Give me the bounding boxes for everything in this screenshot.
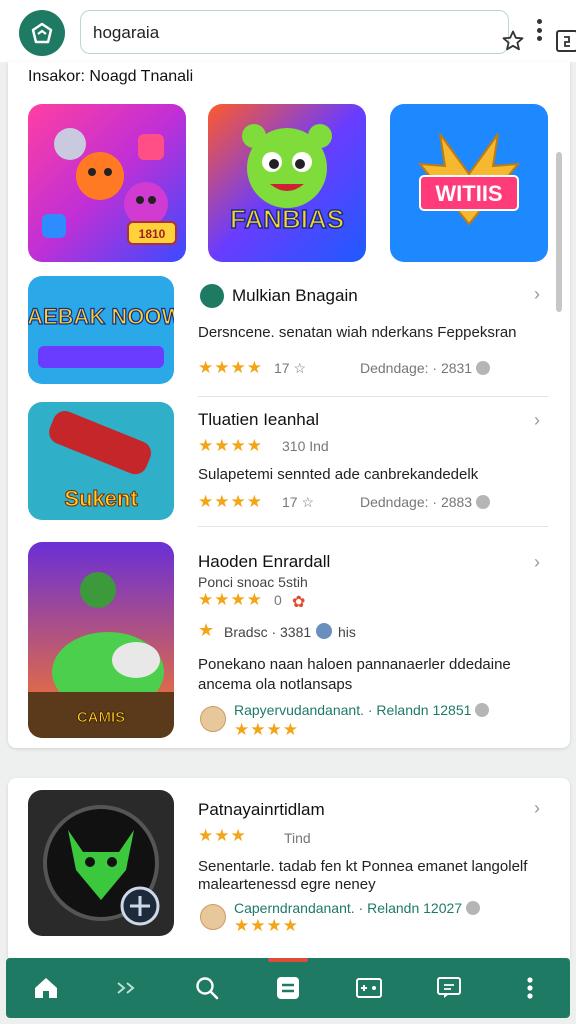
divider: [198, 396, 548, 397]
nav-more[interactable]: [489, 958, 570, 1018]
active-indicator: [268, 958, 309, 962]
app-description-2: maleartenessd egre neney: [198, 876, 376, 893]
developer-avatar: [200, 706, 226, 732]
sukent-art: Sukent: [28, 402, 174, 520]
scrollbar[interactable]: [556, 152, 562, 312]
developer-avatar: [200, 904, 226, 930]
nav-search[interactable]: [167, 958, 248, 1018]
star-icon[interactable]: [501, 29, 525, 53]
wings-label: WITIIS: [435, 181, 502, 206]
app-description: Senentarle. tadab fen kt Ponnea emanet l…: [198, 858, 528, 875]
rating-stars: ★★★: [198, 826, 247, 845]
rating-count: 17 ☆: [274, 360, 307, 376]
store-logo-icon: [31, 22, 53, 44]
developer-line: Rapyervudandanant. · Relandn 12851: [234, 702, 490, 718]
clock-icon: [316, 623, 332, 639]
info-icon: [466, 901, 481, 915]
rating-count: 17 ☆: [282, 494, 315, 510]
download-meta-text: Dedndage: · 2831: [360, 360, 473, 376]
app-title: Tluatien Ieanhal: [198, 410, 319, 429]
result-card-2[interactable]: Patnayainrtidlam › ★★★ Tind Senentarle. …: [8, 778, 570, 958]
app-title: Mulkian Bnagain: [232, 286, 358, 305]
star-badge-icon: ★: [198, 620, 215, 640]
info-icon: [476, 495, 491, 509]
badge-extra: his: [338, 624, 356, 640]
rating-stars: ★★★★: [198, 590, 263, 609]
download-meta-text: Dedndage: · 2883: [360, 494, 473, 510]
goblin-art: [28, 790, 174, 936]
app-thumbnail[interactable]: Sukent: [28, 402, 174, 520]
developer-line-text: Rapyervudandanant. · Relandn 12851: [234, 702, 472, 718]
app-title: Patnayainrtidlam: [198, 800, 325, 819]
fanbias-label: FANBIAS: [230, 204, 344, 234]
home-icon: [35, 978, 58, 998]
download-meta: Dedndage: · 2831: [360, 360, 491, 376]
search-icon: [196, 977, 219, 1000]
saebak-art: SAEBAK NOOW!: [28, 276, 174, 384]
rating-stars: ★★★★: [198, 492, 263, 511]
badge-icon: ✿: [292, 594, 306, 611]
wings-art: WITIIS: [390, 104, 548, 262]
chevron-right-icon[interactable]: ›: [534, 284, 540, 305]
info-icon: [475, 703, 490, 717]
app-thumbnail[interactable]: SAEBAK NOOW!: [28, 276, 174, 384]
overflow-menu-icon[interactable]: [527, 16, 551, 44]
chevron-right-icon[interactable]: ›: [534, 798, 540, 819]
developer-stars: ★★★★: [234, 916, 299, 935]
divider: [198, 526, 548, 527]
library-icon: [277, 977, 300, 999]
games-icon: [355, 978, 382, 998]
app-description: Dersncene. senatan wiah nderkans Feppeks…: [198, 324, 517, 341]
nav-chat[interactable]: [409, 958, 490, 1018]
thumb-label: CAMIS: [77, 709, 125, 726]
search-input[interactable]: hogaraia: [93, 23, 159, 43]
app-title: Haoden Enrardall: [198, 552, 331, 571]
app-description: Ponekano naan haloen pannanaerler ddedai…: [198, 656, 511, 673]
app-thumbnail[interactable]: [28, 790, 174, 936]
candy-monsters-art: 1810: [28, 104, 186, 262]
top-bar: hogaraia: [0, 0, 576, 62]
nav-library[interactable]: [248, 958, 329, 1018]
rating-stars: ★★★★: [198, 436, 263, 455]
thumb-label: SAEBAK NOOW!: [28, 304, 174, 329]
bottom-navigation: [6, 958, 570, 1018]
developer-stars: ★★★★: [234, 720, 299, 739]
download-meta: Dedndage: · 2883: [360, 494, 491, 510]
nav-games[interactable]: [328, 958, 409, 1018]
verified-icon: [200, 284, 224, 308]
thumb-label: Sukent: [64, 486, 138, 511]
app-description: Sulapetemi sennted ade canbrekandedelk: [198, 466, 479, 483]
app-logo[interactable]: [19, 10, 65, 56]
featured-tile-3[interactable]: WITIIS: [390, 104, 548, 262]
chevron-right-icon[interactable]: ›: [534, 410, 540, 431]
tabs-icon[interactable]: [554, 28, 576, 54]
double-chevron-icon: [117, 982, 135, 994]
featured-tile-1[interactable]: 1810: [28, 104, 186, 262]
info-icon: [476, 361, 491, 375]
more-icon: [527, 977, 533, 999]
nav-home[interactable]: [6, 958, 87, 1018]
chat-icon: [437, 977, 462, 998]
rating-count: 0: [274, 592, 282, 608]
app-description-2: ancema ola notlansaps: [198, 676, 353, 693]
badge-line: Bradsc · 3381: [224, 624, 312, 640]
rating-count: Tind: [284, 830, 311, 846]
featured-tile-2[interactable]: FANBIAS: [208, 104, 366, 262]
chevron-right-icon[interactable]: ›: [534, 552, 540, 573]
developer-line-text: Caperndrandanant. · Relandn 12027: [234, 900, 463, 916]
app-thumbnail[interactable]: CAMIS: [28, 542, 174, 738]
section-title: Insakor: Noagd Tnanali: [28, 68, 194, 85]
developer-line: Caperndrandanant. · Relandn 12027: [234, 900, 481, 916]
rating-stars: ★★★★: [198, 358, 263, 377]
fanbias-art: FANBIAS: [208, 104, 366, 262]
camis-art: CAMIS: [28, 542, 174, 738]
app-subtitle: Ponci snoac 5stih: [198, 574, 308, 590]
results-card: Insakor: Noagd Tnanali 1810 FANBIAS WITI…: [8, 62, 570, 748]
search-bar[interactable]: hogaraia: [80, 10, 576, 54]
badge-text: 1810: [139, 227, 166, 241]
rating-count: 310 Ind: [282, 438, 329, 454]
nav-forward[interactable]: [87, 958, 168, 1018]
